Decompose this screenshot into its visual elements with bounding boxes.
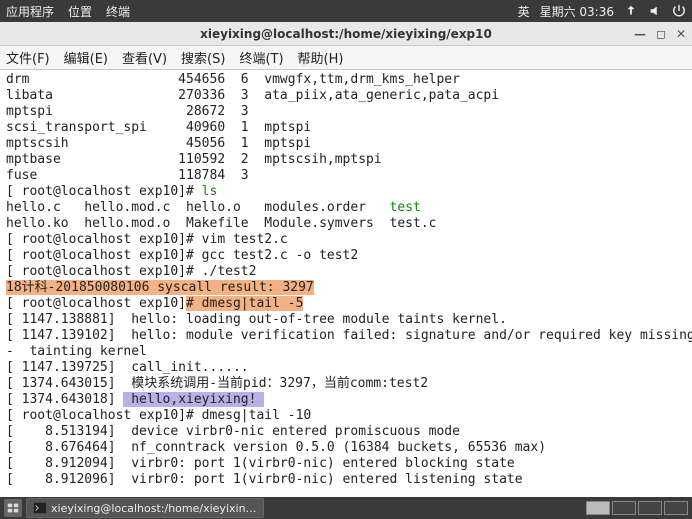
workspace-3[interactable] (638, 501, 662, 515)
terminal-output[interactable]: drm 454656 6 vmwgfx,ttm,drm_kms_helper l… (0, 70, 692, 498)
menu-help[interactable]: 帮助(H) (298, 48, 344, 67)
cmd-ls: ls (202, 184, 218, 199)
term-line: mptspi 28672 3 (6, 104, 249, 119)
term-line: scsi_transport_spi 40960 1 mptspi (6, 120, 311, 135)
term-line: fuse 118784 3 (6, 168, 249, 183)
menu-file[interactable]: 文件(F) (6, 48, 50, 67)
cmd-dmesg-tail5: # dmesg|tail -5 (186, 296, 303, 311)
taskbar-item-terminal[interactable]: xieyixing@localhost:/home/xieyixin… (26, 498, 264, 518)
clock[interactable]: 星期六 03:36 (540, 3, 614, 20)
term-line: [ 1147.139102] hello: module verificatio… (6, 328, 692, 343)
window-titlebar: xieyixing@localhost:/home/xieyixing/exp1… (0, 22, 692, 46)
term-line: hello.ko hello.mod.o Makefile Module.sym… (6, 216, 436, 231)
window-title: xieyixing@localhost:/home/xieyixing/exp1… (200, 27, 492, 41)
syscall-result-line: 18计科-201850080106 syscall result: 3297 (6, 280, 314, 295)
window-close-button[interactable]: ✕ (676, 27, 686, 41)
term-line: [ 8.912094] virbr0: port 1(virbr0-nic) e… (6, 456, 515, 471)
term-line: [ 8.513194] device virbr0-nic entered pr… (6, 424, 460, 439)
menu-edit[interactable]: 编辑(E) (64, 48, 108, 67)
term-line: hello.c hello.mod.c hello.o modules.orde… (6, 200, 390, 215)
term-line: [ 1374.643015] 模块系统调用-当前pid：3297，当前comm:… (6, 376, 428, 391)
system-top-bar: 应用程序 位置 终端 英 星期六 03:36 (0, 0, 692, 22)
term-line: [ root@localhost exp10]# vim test2.c (6, 232, 288, 247)
term-line: [ 8.912096] virbr0: port 1(virbr0-nic) e… (6, 472, 523, 487)
term-line: mptscsih 45056 1 mptspi (6, 136, 311, 151)
hello-xieyixing-line: hello,xieyixing! (123, 392, 264, 407)
show-desktop-button[interactable] (4, 499, 22, 517)
workspace-4[interactable] (664, 501, 688, 515)
window-minimize-button[interactable]: — (634, 27, 646, 41)
volume-icon[interactable] (648, 4, 662, 19)
menu-terminal[interactable]: 终端 (106, 3, 130, 20)
term-line: [ root@localhost exp10]# ./test2 (6, 264, 256, 279)
terminal-icon (33, 501, 47, 515)
bottom-taskbar: xieyixing@localhost:/home/xieyixin… (0, 497, 692, 519)
term-line: [ 1374.643018] (6, 392, 123, 407)
menu-search[interactable]: 搜索(S) (181, 48, 225, 67)
menu-terminal-menu[interactable]: 终端(T) (239, 48, 283, 67)
term-line: - tainting kernel (6, 344, 147, 359)
term-line: [ root@localhost exp10]# dmesg|tail -10 (6, 408, 311, 423)
taskbar-item-label: xieyixing@localhost:/home/xieyixin… (51, 502, 257, 515)
workspace-pager[interactable] (586, 501, 688, 515)
term-line: drm 454656 6 vmwgfx,ttm,drm_kms_helper (6, 72, 460, 87)
term-line: mptbase 110592 2 mptscsih,mptspi (6, 152, 382, 167)
term-line: [ root@localhost exp10]# (6, 184, 202, 199)
term-line: [ root@localhost exp10]# gcc test2.c -o … (6, 248, 358, 263)
term-line: [ root@localhost exp10] (6, 296, 186, 311)
menu-places[interactable]: 位置 (68, 3, 92, 20)
ime-indicator[interactable]: 英 (518, 3, 530, 20)
power-icon[interactable] (672, 4, 686, 19)
menu-bar: 文件(F) 编辑(E) 查看(V) 搜索(S) 终端(T) 帮助(H) (0, 46, 692, 70)
term-line: [ 1147.139725] call_init...... (6, 360, 249, 375)
menu-view[interactable]: 查看(V) (122, 48, 167, 67)
term-line: [ 1147.138881] hello: loading out-of-tre… (6, 312, 507, 327)
workspace-1[interactable] (586, 501, 610, 515)
term-line: [ 8.676464] nf_conntrack version 0.5.0 (… (6, 440, 546, 455)
menu-applications[interactable]: 应用程序 (6, 3, 54, 20)
network-icon[interactable] (624, 4, 638, 19)
window-maximize-button[interactable]: ◻ (656, 27, 666, 41)
term-line: libata 270336 3 ata_piix,ata_generic,pat… (6, 88, 499, 103)
workspace-2[interactable] (612, 501, 636, 515)
file-test: test (390, 200, 421, 215)
